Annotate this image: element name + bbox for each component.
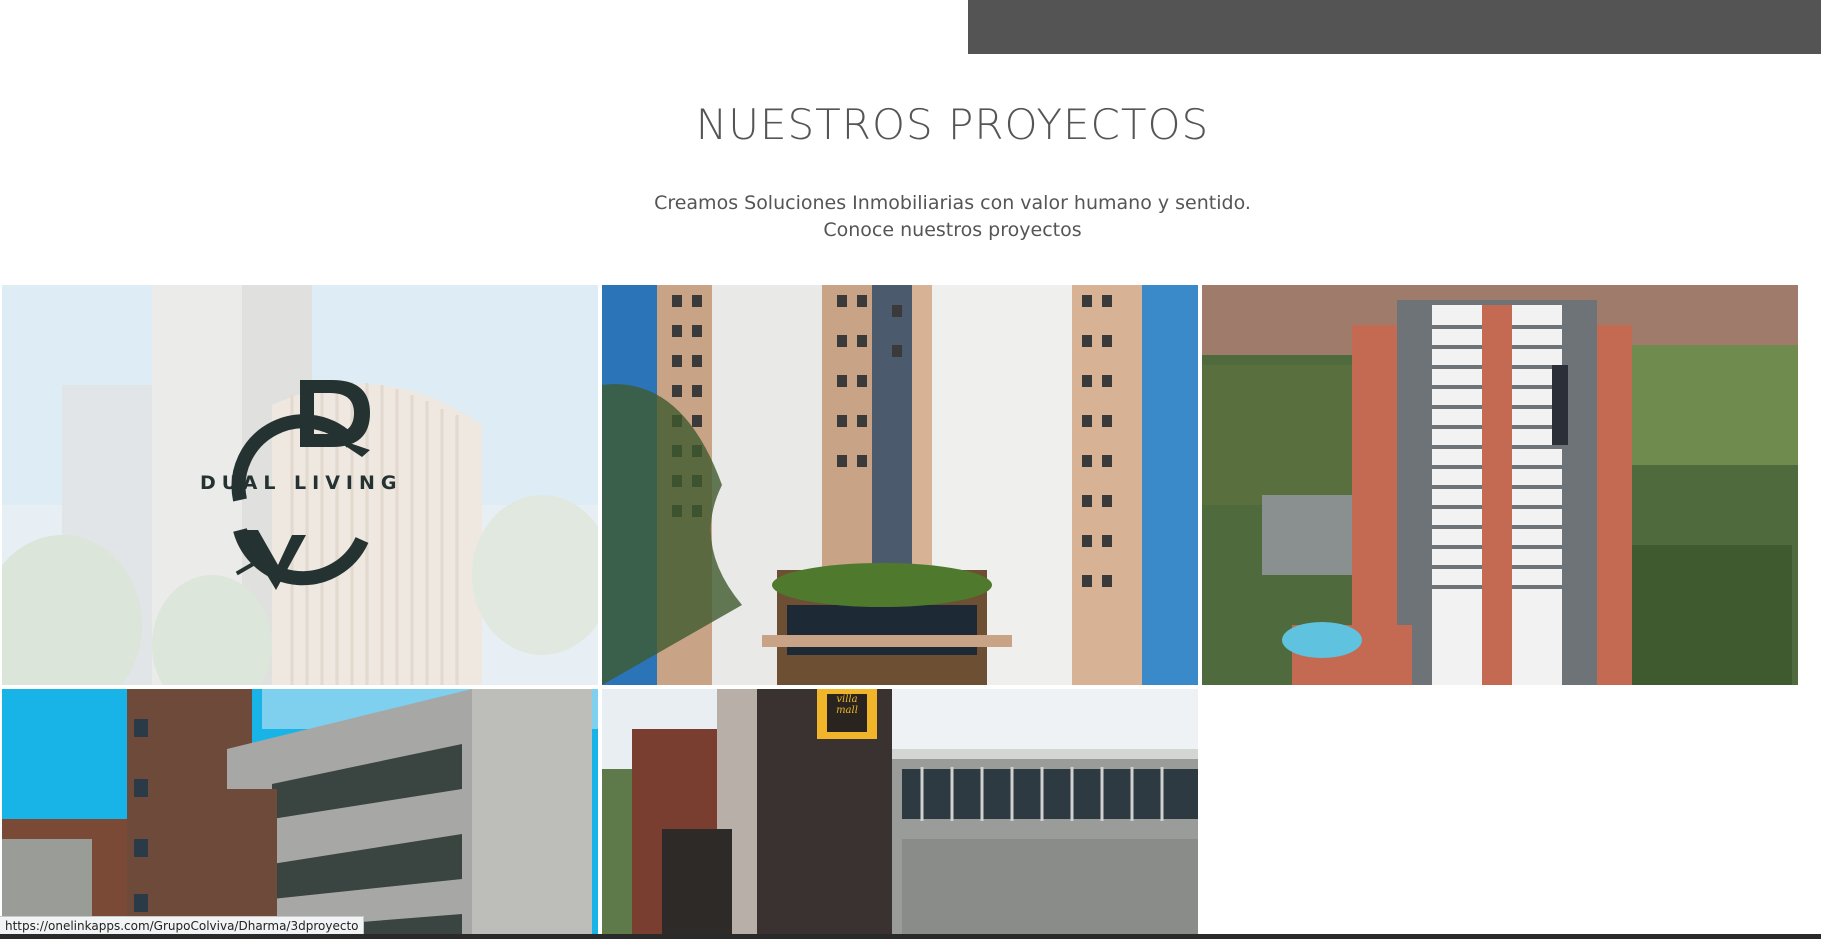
section-title: NUESTROS PROYECTOS xyxy=(695,100,1210,149)
project-image xyxy=(1202,285,1798,685)
project-card-4[interactable] xyxy=(2,689,598,939)
project-image xyxy=(2,689,598,939)
villa-mall-sign: villa mall xyxy=(836,694,858,716)
section-subtitle: Creamos Soluciones Inmobiliarias con val… xyxy=(0,190,1821,244)
project-card-dual-living[interactable]: DUAL LIVING xyxy=(2,285,598,685)
project-card-3[interactable] xyxy=(1202,285,1798,685)
bottom-edge xyxy=(0,934,1821,939)
logo-text: DUAL LIVING xyxy=(200,472,403,494)
subtitle-line-1: Creamos Soluciones Inmobiliarias con val… xyxy=(654,192,1251,214)
project-image xyxy=(602,689,1198,939)
project-card-villa-mall[interactable]: villa mall xyxy=(602,689,1198,939)
project-image xyxy=(602,285,1198,685)
header-bar xyxy=(968,0,1821,54)
subtitle-line-2: Conoce nuestros proyectos xyxy=(823,219,1082,241)
project-card-2[interactable] xyxy=(602,285,1198,685)
